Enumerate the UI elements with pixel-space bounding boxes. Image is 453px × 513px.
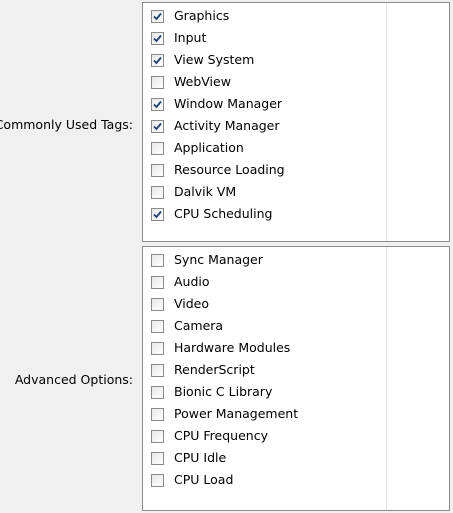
list-item[interactable]: Input <box>151 30 206 46</box>
commonly-used-tags-label: Commonly Used Tags: <box>0 117 133 132</box>
checkbox-unchecked[interactable] <box>151 253 164 267</box>
check-mark-icon <box>153 122 162 130</box>
list-item[interactable]: CPU Frequency <box>151 428 268 444</box>
check-mark-icon <box>153 12 162 20</box>
list-item-label: Resource Loading <box>174 162 285 177</box>
column-separator <box>386 3 387 241</box>
list-item-label: RenderScript <box>174 362 255 377</box>
checkbox-unchecked[interactable] <box>151 75 164 89</box>
list-item-label: CPU Load <box>174 472 234 487</box>
list-item[interactable]: RenderScript <box>151 362 255 378</box>
column-separator <box>386 247 387 510</box>
checkbox-unchecked[interactable] <box>151 141 164 155</box>
list-item[interactable]: Camera <box>151 318 223 334</box>
checkbox-unchecked[interactable] <box>151 473 164 487</box>
list-item-label: Video <box>174 296 210 311</box>
list-item[interactable]: WebView <box>151 74 231 90</box>
checkbox-unchecked[interactable] <box>151 429 164 443</box>
checkbox-unchecked[interactable] <box>151 185 164 199</box>
check-mark-icon <box>153 56 162 64</box>
list-item[interactable]: Activity Manager <box>151 118 280 134</box>
checkbox-checked[interactable] <box>151 207 164 221</box>
checkbox-checked[interactable] <box>151 53 164 67</box>
checkbox-checked[interactable] <box>151 97 164 111</box>
checkbox-checked[interactable] <box>151 119 164 133</box>
checkbox-checked[interactable] <box>151 9 164 23</box>
check-mark-icon <box>153 100 162 108</box>
list-item-label: CPU Scheduling <box>174 206 273 221</box>
list-item[interactable]: CPU Idle <box>151 450 226 466</box>
list-item-label: WebView <box>174 74 231 89</box>
list-item[interactable]: CPU Load <box>151 472 233 488</box>
list-item[interactable]: CPU Scheduling <box>151 206 272 222</box>
list-item[interactable]: Power Management <box>151 406 298 422</box>
check-mark-icon <box>153 210 162 218</box>
checkbox-unchecked[interactable] <box>151 163 164 177</box>
list-item[interactable]: Bionic C Library <box>151 384 272 400</box>
list-item[interactable]: Application <box>151 140 244 156</box>
advanced-options-label: Advanced Options: <box>14 372 133 387</box>
list-item-label: CPU Frequency <box>174 428 268 443</box>
advanced-options-list[interactable]: Sync Manager Audio Video Camera Hardware Mod… <box>142 246 450 511</box>
list-item-label: Bionic C Library <box>174 384 273 399</box>
list-item[interactable]: Resource Loading <box>151 162 285 178</box>
list-item-label: Camera <box>174 318 224 333</box>
list-item[interactable]: Hardware Modules <box>151 340 290 356</box>
list-item-label: Sync Manager <box>174 252 263 267</box>
list-item-label: Activity Manager <box>174 118 280 133</box>
checkbox-unchecked[interactable] <box>151 341 164 355</box>
list-item[interactable]: Dalvik VM <box>151 184 236 200</box>
check-mark-icon <box>153 34 162 42</box>
list-item[interactable]: Graphics <box>151 8 229 24</box>
list-item-label: Graphics <box>174 8 230 23</box>
list-item-label: Input <box>174 30 207 45</box>
list-item[interactable]: Audio <box>151 274 210 290</box>
list-item-label: CPU Idle <box>174 450 227 465</box>
list-item-label: Window Manager <box>174 96 283 111</box>
list-item-label: Hardware Modules <box>174 340 291 355</box>
checkbox-unchecked[interactable] <box>151 363 164 377</box>
list-item-label: Application <box>174 140 244 155</box>
list-item[interactable]: Sync Manager <box>151 252 263 268</box>
list-item[interactable]: Video <box>151 296 209 312</box>
checkbox-unchecked[interactable] <box>151 451 164 465</box>
list-item[interactable]: Window Manager <box>151 96 282 112</box>
checkbox-checked[interactable] <box>151 31 164 45</box>
list-item-label: Audio <box>174 274 210 289</box>
list-item[interactable]: View System <box>151 52 254 68</box>
commonly-used-tags-list[interactable]: Graphics Input View System WebView Window Ma… <box>142 2 450 242</box>
checkbox-unchecked[interactable] <box>151 297 164 311</box>
checkbox-unchecked[interactable] <box>151 407 164 421</box>
checkbox-unchecked[interactable] <box>151 275 164 289</box>
checkbox-unchecked[interactable] <box>151 319 164 333</box>
list-item-label: Dalvik VM <box>174 184 237 199</box>
checkbox-unchecked[interactable] <box>151 385 164 399</box>
list-item-label: View System <box>174 52 255 67</box>
list-item-label: Power Management <box>174 406 299 421</box>
